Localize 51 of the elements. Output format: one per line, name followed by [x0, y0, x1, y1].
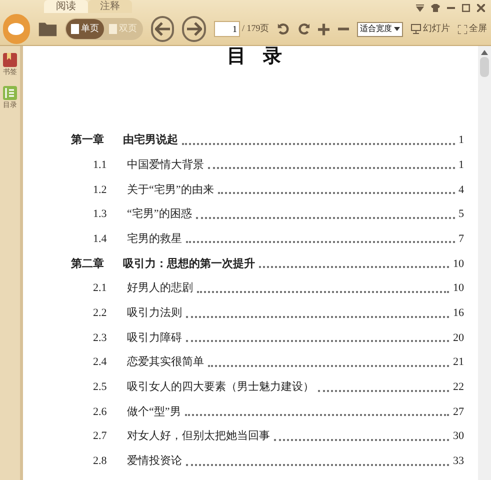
tab[interactable]: 阅读: [44, 0, 88, 13]
page-number: 20: [453, 330, 464, 346]
page-number: 10: [453, 256, 464, 272]
entry-title: 由宅男说起: [123, 132, 178, 148]
entry-number: 2.2: [93, 306, 108, 321]
page-total: / 179页: [242, 22, 270, 36]
entry-title: 关于“宅男”的由来: [127, 182, 214, 198]
page-number: 16: [453, 306, 464, 321]
entry-number: 2.5: [93, 380, 108, 396]
entry-number: 第二章: [71, 256, 105, 272]
page-number: 1: [458, 158, 464, 173]
entry-number: 1.2: [93, 182, 108, 198]
entry-title: 爱情投资论: [127, 454, 182, 470]
page-number: 4: [458, 182, 464, 198]
entry-title: 吸引力法则: [127, 306, 182, 321]
entry-title: 宅男的救星: [127, 232, 182, 247]
entry-title: 恋爱其实很简单: [127, 354, 204, 370]
page-number: 21: [453, 355, 464, 370]
entry-number: 1.4: [93, 232, 108, 247]
entry-number: 2.6: [93, 404, 108, 420]
entry-title: 吸引力：思想的第一次提升: [123, 256, 255, 272]
page-input[interactable]: 1: [214, 21, 240, 37]
entry-title: 对女人好，但别太把她当回事: [127, 429, 270, 444]
entry-number: 2.7: [93, 429, 108, 444]
page-number: 22: [453, 380, 464, 396]
entry-number: 2.1: [93, 281, 108, 296]
tab[interactable]: 注释: [88, 0, 132, 13]
entry-number: 1.1: [93, 158, 108, 173]
entry-title: 好男人的悲剧: [127, 280, 193, 296]
toc-title: 目 录: [227, 46, 288, 68]
entry-title: 吸引力障碍: [127, 330, 182, 346]
view-mode-button[interactable]: 单页: [66, 19, 104, 39]
page-number: 7: [458, 232, 464, 247]
entry-title: 做个“型”男: [127, 404, 181, 420]
entry-title: 中国爱情大背景: [127, 158, 204, 173]
page-number: 1: [458, 133, 464, 148]
page-number: 33: [453, 454, 464, 470]
entry-number: 2.4: [93, 355, 108, 370]
entry-number: 第一章: [71, 132, 105, 148]
entry-number: 1.3: [93, 207, 108, 222]
page-number: 10: [453, 281, 464, 296]
entry-number: 2.3: [93, 330, 108, 346]
slideshow-button[interactable]: 幻灯片: [411, 22, 450, 36]
entry-number: 2.8: [93, 454, 108, 470]
entry-title: “宅男”的困惑: [127, 206, 192, 222]
page-number: 30: [453, 429, 464, 444]
page-number: 5: [458, 207, 464, 222]
page-number: 27: [453, 404, 464, 420]
fullscreen-button[interactable]: 全屏: [458, 22, 487, 36]
entry-title: 吸引女人的四大要素（男士魅力建设）: [127, 380, 314, 396]
zoom-select[interactable]: 适合宽度: [357, 22, 403, 36]
